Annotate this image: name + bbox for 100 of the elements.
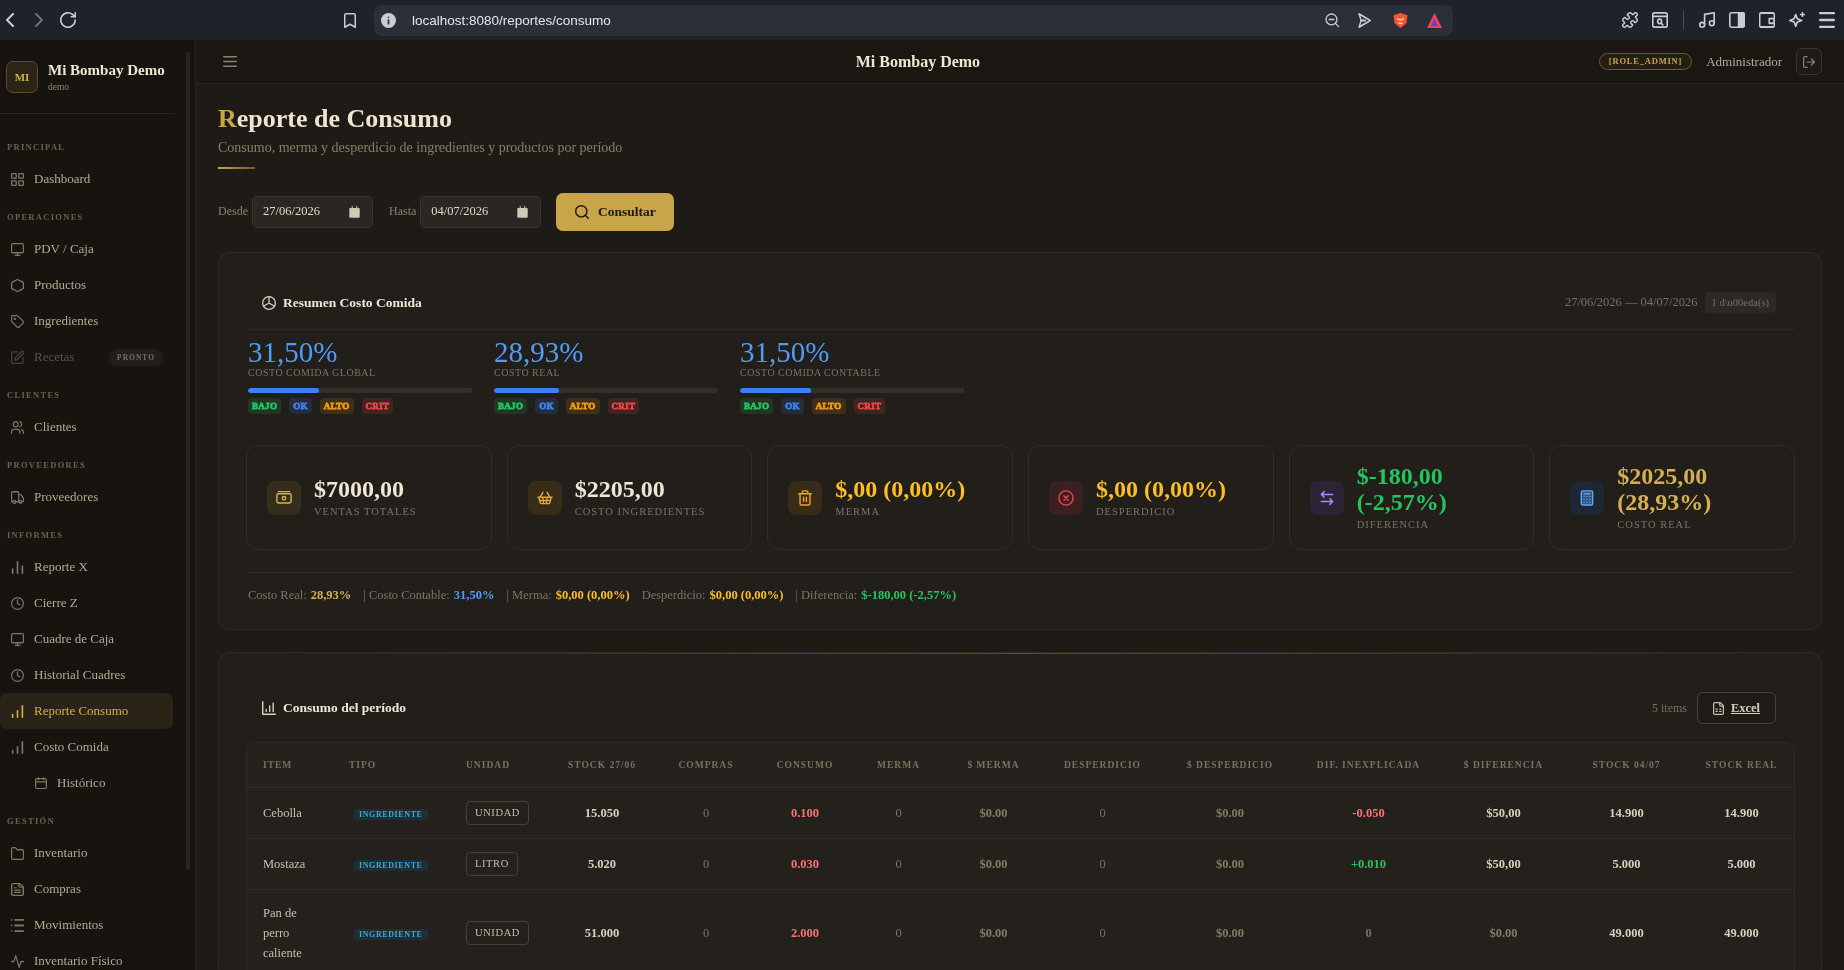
spreadsheet-icon xyxy=(1712,701,1724,715)
table-cell: 0.030 xyxy=(757,838,853,889)
grid-icon xyxy=(11,172,24,186)
monitor-icon xyxy=(11,632,24,646)
table-cell: 5.020 xyxy=(549,838,655,889)
puzzle-icon[interactable] xyxy=(1622,12,1638,28)
screen-search-icon[interactable] xyxy=(1652,12,1668,28)
info-icon[interactable] xyxy=(381,12,396,28)
card-title: Consumo del período xyxy=(283,700,407,716)
shield-icon[interactable] xyxy=(1393,12,1408,28)
table-cell: $0.00 xyxy=(1162,889,1298,970)
users-icon xyxy=(11,420,24,434)
table-cell: Mostaza xyxy=(247,838,333,889)
nav-item[interactable]: Histórico xyxy=(0,765,173,801)
nav-item[interactable]: Dashboard xyxy=(0,161,173,197)
nav-item[interactable]: Inventario Físico xyxy=(0,943,173,970)
summary-label: | Merma: xyxy=(506,588,552,602)
nav-item[interactable]: Cierre Z xyxy=(0,585,173,621)
calculator-icon xyxy=(1570,480,1605,515)
unit-tag: UNIDAD xyxy=(466,800,529,825)
date-range: 27/06/2026 — 04/07/2026 xyxy=(1564,295,1698,310)
truck-icon xyxy=(11,490,24,504)
table-cell: 0 xyxy=(853,787,944,838)
gauge-value: 31,50% xyxy=(740,337,831,367)
sparkle-icon[interactable] xyxy=(1789,12,1805,28)
summary-value: $-180,00 (-2,57%) xyxy=(861,588,957,602)
table-cell: 51.000 xyxy=(549,889,655,970)
table-cell: $0.00 xyxy=(1439,889,1568,970)
bar-chart-icon xyxy=(262,701,276,715)
wallet-icon[interactable] xyxy=(1759,12,1775,28)
stat-value: $2025,00 (28,93%) xyxy=(1617,463,1713,515)
basket-icon xyxy=(527,480,562,515)
threshold-tag: ALTO xyxy=(319,398,354,414)
address-bar[interactable]: localhost:8080/reportes/consumo xyxy=(374,4,1453,36)
nav-item[interactable]: Clientes xyxy=(0,409,173,445)
table-cell: 2.000 xyxy=(757,889,853,970)
threshold-tag: BAJO xyxy=(248,398,282,414)
nav-item[interactable]: PDV / Caja xyxy=(0,231,173,267)
nav-item[interactable]: Proveedores xyxy=(0,479,173,515)
back-icon[interactable] xyxy=(6,13,14,27)
stat-label: DIFERENCIA xyxy=(1356,518,1431,532)
search-icon xyxy=(574,204,589,219)
table-cell: 0.100 xyxy=(757,787,853,838)
nav-item[interactable]: Historial Cuadres xyxy=(0,657,173,693)
url-text: localhost:8080/reportes/consumo xyxy=(412,12,612,28)
stat-label: COSTO INGREDIENTES xyxy=(574,505,706,519)
date-field[interactable]: 27/06/2026 xyxy=(252,195,373,228)
table-cell: 14.900 xyxy=(1685,787,1794,838)
menu-icon[interactable] xyxy=(223,56,237,67)
type-tag: INGREDIENTE xyxy=(354,928,428,940)
table-cell: 5.000 xyxy=(1685,838,1794,889)
nav-item[interactable]: Cuadre de Caja xyxy=(0,621,173,657)
nav-item[interactable]: Costo Comida xyxy=(0,729,173,765)
table-cell: 49.000 xyxy=(1685,889,1794,970)
days-badge: 1 d\u00eda(s) xyxy=(1704,292,1776,313)
nav-item[interactable]: Ingredientes xyxy=(0,303,173,339)
summary-value: $0,00 (0,00%) xyxy=(555,588,630,602)
search-button[interactable]: Consultar xyxy=(556,192,675,231)
gauge-value: 31,50% xyxy=(248,337,339,367)
threshold-tag: ALTO xyxy=(565,398,600,414)
stat-value: $,00 (0,00%) xyxy=(1096,476,1226,502)
bookmark-icon[interactable] xyxy=(344,12,356,28)
reload-icon[interactable] xyxy=(60,12,76,28)
menu-icon[interactable] xyxy=(1819,12,1835,28)
gauge-value: 28,93% xyxy=(494,337,585,367)
sidebar-icon[interactable] xyxy=(1729,12,1745,28)
excel-button[interactable]: Excel xyxy=(1697,692,1776,724)
calendar-icon[interactable] xyxy=(349,205,360,218)
threshold-tag: CRIT xyxy=(853,398,886,414)
triangle-icon[interactable] xyxy=(1427,12,1442,28)
table-cell: 5.000 xyxy=(1568,838,1685,889)
music-icon[interactable] xyxy=(1699,12,1715,28)
monitor-icon xyxy=(11,242,24,256)
table-cell: $50,00 xyxy=(1439,787,1568,838)
date-field[interactable]: 04/07/2026 xyxy=(420,195,542,228)
table-cell: 15.050 xyxy=(549,787,655,838)
nav-item[interactable]: Reporte Consumo xyxy=(0,693,173,729)
zoom-out-icon[interactable] xyxy=(1325,12,1340,28)
calendar-icon[interactable] xyxy=(517,205,529,218)
stat-label: COSTO REAL xyxy=(1617,518,1693,532)
forward-icon[interactable] xyxy=(35,13,43,27)
nav-item[interactable]: Inventario xyxy=(0,835,173,871)
nav-item[interactable]: Productos xyxy=(0,267,173,303)
threshold-tag: CRIT xyxy=(607,398,640,414)
nav-item[interactable]: Compras xyxy=(0,871,173,907)
table-cell: 0 xyxy=(1043,889,1162,970)
table-cell: $0.00 xyxy=(944,889,1043,970)
threshold-tag: ALTO xyxy=(811,398,846,414)
nav-item[interactable]: Movimientos xyxy=(0,907,173,943)
threshold-tag: OK xyxy=(535,398,558,414)
table-cell: $0.00 xyxy=(1162,787,1298,838)
nav-item[interactable]: Reporte X xyxy=(0,549,173,585)
threshold-tag: OK xyxy=(289,398,312,414)
banknote-icon xyxy=(267,480,301,515)
bar-chart-icon xyxy=(11,704,24,718)
bar-chart-icon xyxy=(11,560,24,574)
pulse-icon xyxy=(11,954,24,968)
logout-button[interactable] xyxy=(1796,48,1822,75)
send-icon[interactable] xyxy=(1358,12,1371,28)
brand-name: Mi Bombay Demo xyxy=(48,60,165,79)
